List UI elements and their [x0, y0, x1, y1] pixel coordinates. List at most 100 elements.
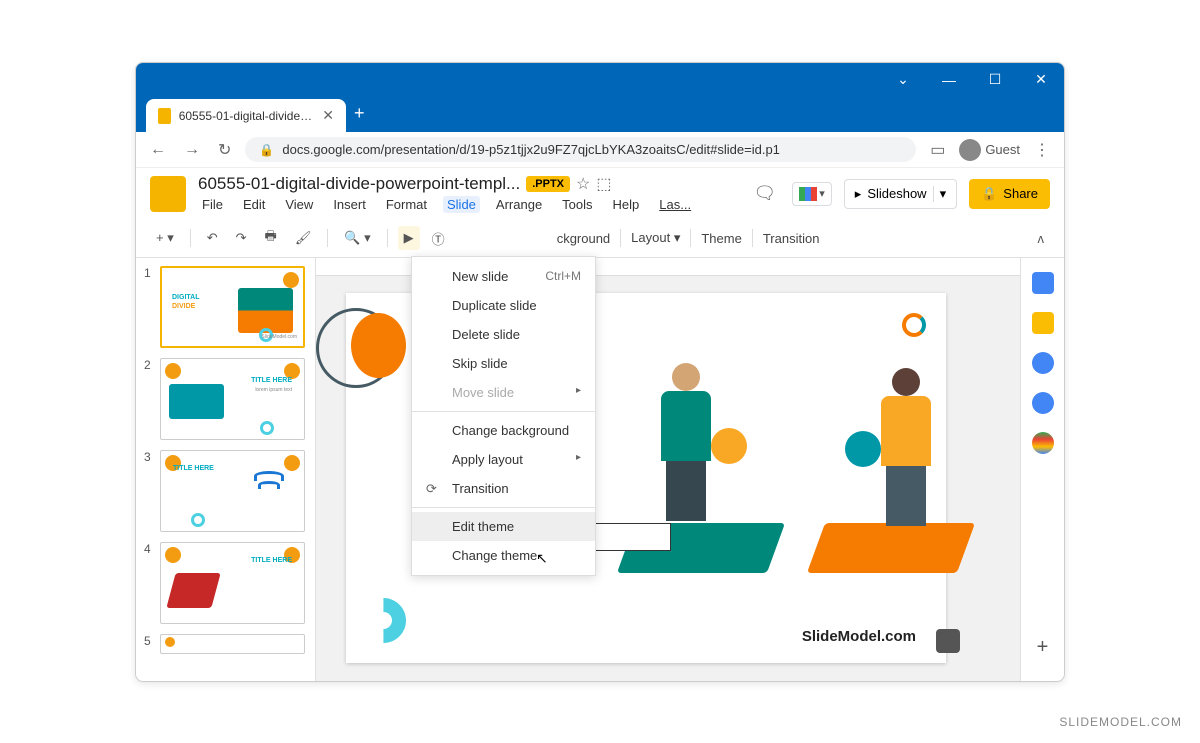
menu-move-slide: Move slide▸ — [412, 378, 595, 407]
avatar-icon — [959, 139, 981, 161]
zoom-button[interactable]: 🔍 ▾ — [338, 226, 376, 250]
new-tab-button[interactable]: + — [346, 95, 373, 132]
slidemodel-logo-icon — [902, 313, 926, 337]
hide-panel-button[interactable]: › — [1040, 677, 1045, 682]
share-button[interactable]: 🔒 Share — [969, 179, 1050, 209]
mouse-cursor-icon: ↖ — [536, 550, 548, 567]
profile-chip[interactable]: Guest — [959, 139, 1020, 161]
menu-delete-slide[interactable]: Delete slide — [412, 320, 595, 349]
menu-format[interactable]: Format — [382, 196, 431, 213]
slides-logo-icon[interactable] — [150, 176, 186, 212]
slide-number: 1 — [144, 266, 154, 348]
decorative-ring — [352, 589, 416, 653]
add-addon-button[interactable]: + — [1037, 636, 1049, 659]
textbox-tool[interactable]: Ⓣ — [426, 225, 451, 252]
menu-slide[interactable]: Slide — [443, 196, 480, 213]
lock-icon: 🔒 — [981, 186, 997, 202]
browser-tabbar: 60555-01-digital-divide-powerpc ✕ + — [136, 96, 1064, 132]
new-slide-button[interactable]: + ▾ — [150, 226, 180, 250]
slide-thumb-3[interactable]: 3 TITLE HERE — [144, 450, 307, 532]
menu-view[interactable]: View — [281, 196, 317, 213]
menu-skip-slide[interactable]: Skip slide — [412, 349, 595, 378]
toolbar-background[interactable]: ckground — [557, 231, 610, 246]
move-folder-icon[interactable]: ⬚ — [596, 174, 611, 194]
slides-favicon-icon — [158, 108, 171, 124]
digital-divide-illustration — [616, 353, 976, 593]
decorative-blob — [351, 313, 406, 378]
slide-number: 3 — [144, 450, 154, 532]
keep-icon[interactable] — [1032, 312, 1054, 334]
select-tool[interactable]: ▶ — [398, 226, 420, 250]
toolbar-transition[interactable]: Transition — [763, 231, 820, 246]
minimize-button[interactable]: — — [934, 65, 964, 95]
url-text: docs.google.com/presentation/d/19-p5z1tj… — [282, 142, 780, 157]
slide-number: 2 — [144, 358, 154, 440]
menu-tools[interactable]: Tools — [558, 196, 596, 213]
document-title[interactable]: 60555-01-digital-divide-powerpoint-templ… — [198, 174, 520, 194]
comments-icon[interactable]: 🗨 — [749, 179, 780, 208]
toolbar-theme[interactable]: Theme — [701, 231, 741, 246]
address-bar: ← → ↻ 🔒 docs.google.com/presentation/d/1… — [136, 132, 1064, 168]
maximize-button[interactable]: ☐ — [980, 65, 1010, 95]
window-titlebar: ⌄ — ☐ ✕ — [136, 63, 1064, 96]
reload-button[interactable]: ↻ — [214, 136, 235, 164]
menu-last-edit[interactable]: Las... — [655, 196, 695, 213]
menu-bar: File Edit View Insert Format Slide Arran… — [198, 196, 737, 213]
slide-number: 5 — [144, 634, 154, 654]
menu-apply-layout[interactable]: Apply layout▸ — [412, 445, 595, 474]
meet-icon — [799, 187, 817, 201]
main-content: 1 DIGITAL DIVIDE SlideModel.com 2 TITLE … — [136, 258, 1064, 682]
menu-change-background[interactable]: Change background — [412, 416, 595, 445]
slideshow-label: Slideshow — [867, 186, 926, 201]
slide-menu-dropdown: New slide Ctrl+M Duplicate slide Delete … — [411, 256, 596, 576]
lock-icon: 🔒 — [259, 143, 274, 157]
toolbar-layout[interactable]: Layout ▾ — [631, 230, 680, 246]
play-icon: ▸ — [855, 186, 862, 202]
url-input[interactable]: 🔒 docs.google.com/presentation/d/19-p5z1… — [245, 137, 916, 162]
footer-text: SlideModel.com — [802, 628, 916, 645]
kebab-menu-icon[interactable]: ⋮ — [1030, 136, 1054, 164]
undo-button[interactable]: ↶ — [201, 226, 224, 250]
browser-tab[interactable]: 60555-01-digital-divide-powerpc ✕ — [146, 99, 346, 132]
menu-duplicate-slide[interactable]: Duplicate slide — [412, 291, 595, 320]
contacts-icon[interactable] — [1032, 392, 1054, 414]
slide-thumb-2[interactable]: 2 TITLE HERE lorem ipsum text — [144, 358, 307, 440]
share-label: Share — [1003, 186, 1038, 201]
tasks-icon[interactable] — [1032, 352, 1054, 374]
transition-icon: ⟳ — [426, 481, 437, 497]
print-button[interactable]: 🖶 — [259, 223, 283, 253]
menu-change-theme[interactable]: Change theme — [412, 541, 595, 570]
slide-panel: 1 DIGITAL DIVIDE SlideModel.com 2 TITLE … — [136, 258, 316, 682]
menu-edit-theme[interactable]: Edit theme — [412, 512, 595, 541]
chevron-down-icon[interactable]: ⌄ — [888, 65, 918, 95]
redo-button[interactable]: ↷ — [230, 226, 253, 250]
menu-arrange[interactable]: Arrange — [492, 196, 546, 213]
side-panel: + › — [1020, 258, 1064, 682]
menu-new-slide[interactable]: New slide Ctrl+M — [412, 262, 595, 291]
slide-thumb-5[interactable]: 5 — [144, 634, 307, 654]
menu-insert[interactable]: Insert — [329, 196, 370, 213]
explore-button[interactable] — [936, 629, 960, 653]
nav-forward-button[interactable]: → — [180, 137, 204, 163]
menu-transition[interactable]: ⟳ Transition — [412, 474, 595, 503]
file-type-badge: .PPTX — [526, 176, 570, 192]
browser-window: ⌄ — ☐ ✕ 60555-01-digital-divide-powerpc … — [135, 62, 1065, 682]
slide-thumb-4[interactable]: 4 TITLE HERE — [144, 542, 307, 624]
menu-help[interactable]: Help — [609, 196, 644, 213]
calendar-icon[interactable] — [1032, 272, 1054, 294]
menu-edit[interactable]: Edit — [239, 196, 269, 213]
meet-button[interactable]: ▾ — [792, 182, 832, 206]
page-watermark: SLIDEMODEL.COM — [1059, 715, 1182, 729]
menu-file[interactable]: File — [198, 196, 227, 213]
close-button[interactable]: ✕ — [1026, 65, 1056, 95]
slide-thumb-1[interactable]: 1 DIGITAL DIVIDE SlideModel.com — [144, 266, 307, 348]
reading-list-icon[interactable]: ▭ — [926, 136, 949, 164]
slideshow-button[interactable]: ▸ Slideshow ▾ — [844, 179, 957, 209]
paint-format-button[interactable]: 🖌 — [289, 226, 318, 250]
app-header: 60555-01-digital-divide-powerpoint-templ… — [136, 168, 1064, 219]
nav-back-button[interactable]: ← — [146, 137, 170, 163]
tab-close-icon[interactable]: ✕ — [322, 107, 334, 124]
collapse-toolbar-button[interactable]: ʌ — [1032, 227, 1051, 250]
maps-icon[interactable] — [1032, 432, 1054, 454]
star-icon[interactable]: ☆ — [576, 174, 590, 194]
